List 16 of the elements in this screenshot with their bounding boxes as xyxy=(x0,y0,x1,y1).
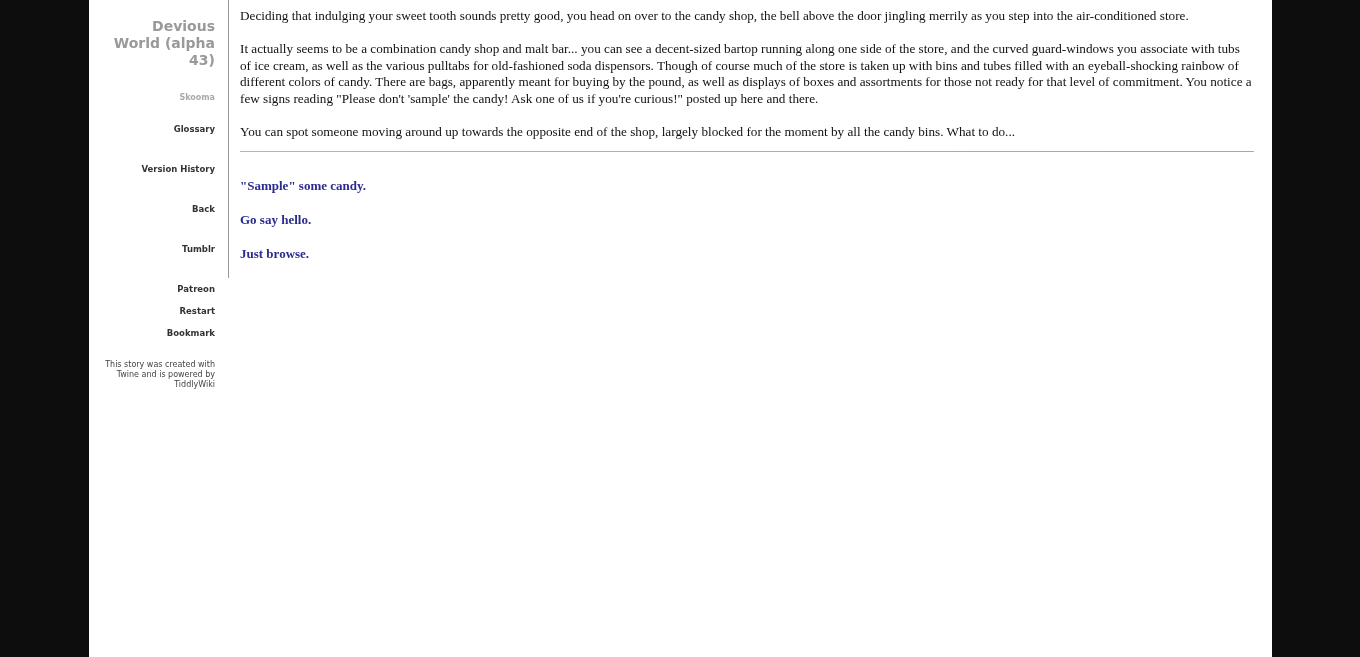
passage-paragraph: You can spot someone moving around up towards the opposite end of the shop, largely blocked for the moment by all the candy bins. What to do... xyxy=(240,123,1016,140)
passage-paragraph: It actually seems to be a combination candy shop and malt bar... you can see a decent-sized bartop running along one side of the store, and the curved guard-windows you associate with tubs of ice cream, as well as the various pulltabs for old-fashioned soda dispensors. Though of course much of the store is taken up with bins and tubes filled with an eyeball-shocking rainbow of different colors of candy. There are bags, apparently meant for buying by the pound, as well as displays of boxes and assortments for those not ready for that level of commitment. You notice a few signs reading "Please don't 'sample' the candy! Ask one of us if you're curious!" posted up here and there. xyxy=(240,41,1253,107)
passage-paragraph: Deciding that indulging your sweet tooth sounds pretty good, you head on over to the candy shop, the bell above the door jingling merrily as you step into the air-conditioned store. xyxy=(240,8,1190,25)
credits-text: This story was created with Twine and is powered by TiddlyWiki xyxy=(104,360,215,390)
menu-link[interactable]: Bookmark xyxy=(166,328,215,338)
choice-link[interactable]: Just browse. xyxy=(240,245,310,261)
menu-link[interactable]: Glossary xyxy=(173,124,215,134)
choice-link[interactable]: "Sample" some candy. xyxy=(240,177,367,193)
menu-link[interactable]: Patreon xyxy=(177,284,215,294)
menu-link[interactable]: Back xyxy=(192,204,215,214)
menu-link[interactable]: Tumblr xyxy=(182,244,215,254)
story-subtitle: Skooma xyxy=(179,93,215,102)
story-title: Devious World (alpha 43) xyxy=(112,18,215,69)
menu-link[interactable]: Restart xyxy=(179,306,215,316)
menu-link[interactable]: Version History xyxy=(141,164,215,174)
choice-link[interactable]: Go say hello. xyxy=(240,211,312,227)
